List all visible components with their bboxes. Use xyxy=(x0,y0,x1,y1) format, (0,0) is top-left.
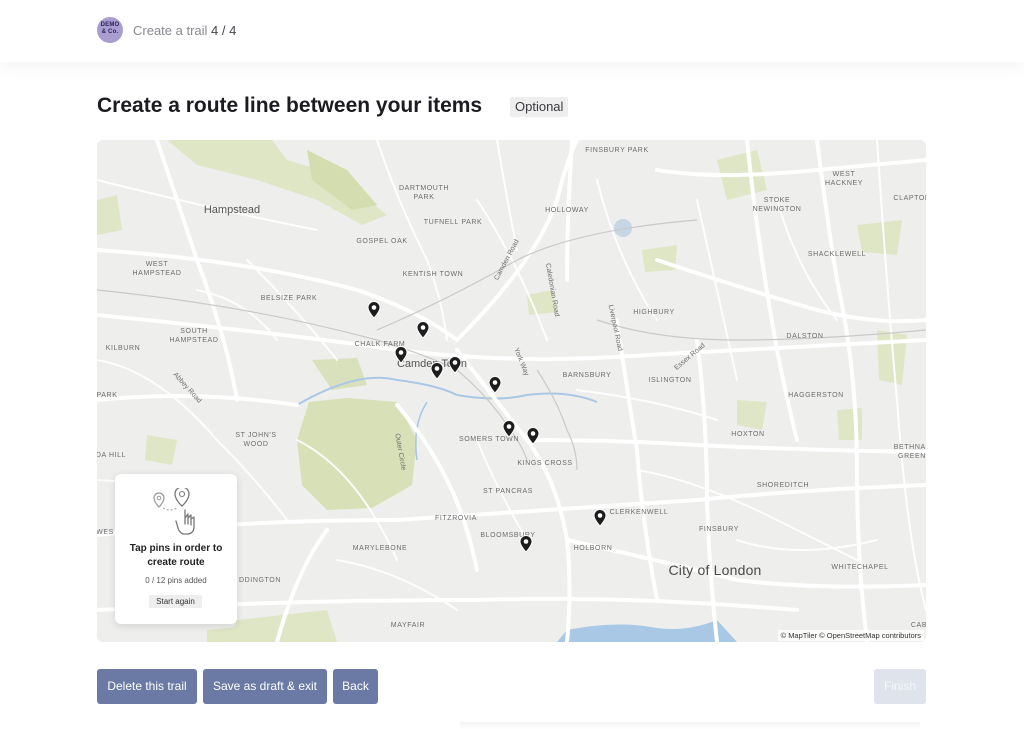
map-place-label: ST PANCRAS xyxy=(482,488,534,495)
map-place-label: SHACKLEWELL xyxy=(807,251,867,258)
map-place-label: KINGS CROSS xyxy=(517,460,573,467)
map-place-label: Hampstead xyxy=(203,204,261,216)
map-place-label: DALSTON xyxy=(786,333,824,340)
tap-pin-illustration-icon xyxy=(153,488,195,535)
map-place-label: SOUTH HAMPSTEAD xyxy=(169,328,219,344)
map-pin-icon[interactable] xyxy=(416,321,430,339)
map-place-label: City of London xyxy=(668,562,762,578)
map-pin-icon[interactable] xyxy=(488,376,502,394)
map-place-label: STOKE NEWINGTON xyxy=(752,197,802,213)
step-counter: 4 / 4 xyxy=(211,23,237,38)
map-place-label: KILBURN xyxy=(105,345,141,352)
map-pin-icon[interactable] xyxy=(519,535,533,553)
map-place-label: DA HILL xyxy=(97,452,127,459)
page-title: Create a route line between your items xyxy=(97,94,483,117)
map-place-label: ST JOHN'S WOOD xyxy=(235,432,277,448)
brand-logo[interactable]: DEMO & Co. xyxy=(97,17,123,43)
map-pin-icon[interactable] xyxy=(593,509,607,527)
map-place-label: HOLBORN xyxy=(573,545,613,552)
save-draft-exit-button[interactable]: Save as draft & exit xyxy=(203,669,327,704)
start-again-button[interactable]: Start again xyxy=(149,595,202,608)
delete-trail-button[interactable]: Delete this trail xyxy=(97,669,197,704)
map-place-label: MAYFAIR xyxy=(390,622,426,629)
map-place-label: BELSIZE PARK xyxy=(260,295,318,302)
map-place-label: WEST HACKNEY xyxy=(824,171,864,187)
route-map[interactable]: FINSBURY PARK WEST HACKNEY CLAPTON Hampstea… xyxy=(97,140,926,642)
optional-badge: Optional xyxy=(510,97,569,117)
map-place-label: GOSPEL OAK xyxy=(356,238,408,245)
map-place-label: BETHNAL GREEN xyxy=(893,444,926,460)
map-place-label: WEST HAMPSTEAD xyxy=(132,261,182,277)
map-place-label: FINSBURY xyxy=(698,526,740,533)
map-place-label: CLAPTON xyxy=(893,195,926,202)
route-instruction-text: Tap pins in order to create route xyxy=(129,543,223,568)
map-pin-icon[interactable] xyxy=(367,301,381,319)
top-bar: DEMO & Co. Create a trail 4 / 4 xyxy=(0,0,1024,62)
map-pin-icon[interactable] xyxy=(448,356,462,374)
map-place-label: WHITECHAPEL xyxy=(831,564,889,571)
map-place-label: CLERKENWELL xyxy=(609,509,669,516)
map-pin-icon[interactable] xyxy=(502,420,516,438)
map-place-label: Wes xyxy=(97,529,114,536)
map-place-label: HOLLOWAY xyxy=(545,207,589,214)
route-instructions-panel: Tap pins in order to create route 0 / 12… xyxy=(115,474,237,624)
map-place-label: Cab xyxy=(910,622,926,629)
map-place-label: ISLINGTON xyxy=(648,377,692,384)
map-attribution[interactable]: © MapTiler © OpenStreetMap contributors xyxy=(777,630,924,641)
map-place-label: KENTISH TOWN xyxy=(402,271,464,278)
breadcrumb: Create a trail xyxy=(133,23,208,38)
map-pin-icon[interactable] xyxy=(430,362,444,380)
map-place-label: DDINGTON xyxy=(238,577,282,584)
map-place-label: FINSBURY PARK xyxy=(585,147,649,154)
bottom-shade xyxy=(460,722,920,729)
pins-added-counter: 0 / 12 pins added xyxy=(145,576,207,585)
map-place-label: HIGHBURY xyxy=(633,309,675,316)
map-place-label: PARK xyxy=(97,392,118,399)
map-place-label: SHOREDITCH xyxy=(756,482,810,489)
map-place-label: MARYLEBONE xyxy=(352,545,408,552)
map-pin-icon[interactable] xyxy=(526,427,540,445)
map-place-label: FITZROVIA xyxy=(435,515,477,522)
back-button[interactable]: Back xyxy=(333,669,378,704)
map-place-label: HOXTON xyxy=(731,431,765,438)
map-place-label: BARNSBURY xyxy=(562,372,612,379)
finish-button: Finish xyxy=(874,669,926,704)
map-place-label: HAGGERSTON xyxy=(788,392,844,399)
map-place-label: DARTMOUTH PARK xyxy=(399,185,449,201)
map-pin-icon[interactable] xyxy=(394,346,408,364)
map-place-label: TUFNELL PARK xyxy=(423,219,483,226)
